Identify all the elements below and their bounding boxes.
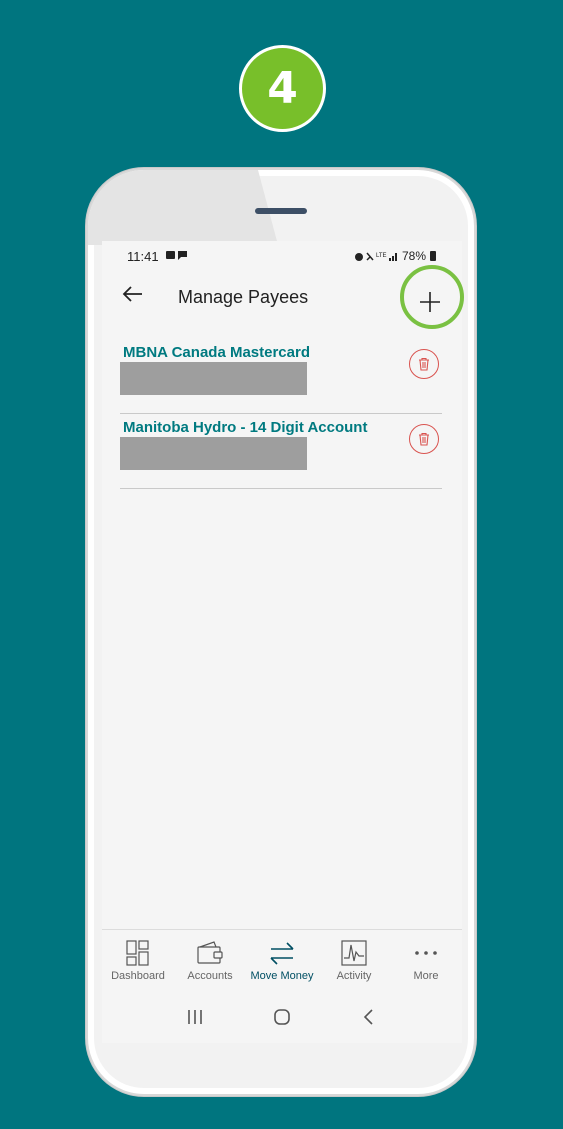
system-status-icons: LTE 78%	[354, 249, 436, 263]
system-back-icon[interactable]	[359, 1007, 379, 1027]
battery-icon	[430, 251, 436, 261]
nav-more[interactable]: More	[390, 930, 462, 988]
transfer-arrows-icon	[270, 942, 294, 965]
activity-chart-icon	[341, 940, 367, 966]
page-title: Manage Payees	[178, 287, 309, 307]
nav-label: More	[413, 970, 439, 982]
nav-label: Dashboard	[111, 970, 165, 982]
more-dots-icon	[415, 951, 437, 955]
status-bar: 11:41 LTE 78%	[102, 241, 462, 271]
redacted-account-number	[120, 437, 307, 470]
nav-label: Activity	[336, 970, 372, 982]
status-time: 11:41	[127, 249, 159, 264]
nav-label: Move Money	[250, 970, 314, 982]
dashboard-icon	[126, 940, 149, 966]
back-arrow-icon	[122, 286, 142, 302]
redacted-account-number	[120, 362, 307, 395]
delete-payee-button[interactable]	[409, 424, 439, 454]
highlight-circle	[400, 265, 464, 329]
home-icon[interactable]	[272, 1007, 292, 1027]
trash-icon	[419, 432, 429, 446]
nav-label: Accounts	[187, 970, 233, 982]
nav-activity[interactable]: Activity	[318, 930, 390, 988]
nav-move-money[interactable]: Move Money	[246, 930, 318, 988]
svg-text:LTE: LTE	[376, 253, 387, 259]
notification-icons	[166, 250, 188, 264]
trash-icon	[419, 357, 429, 371]
phone-gloss	[88, 170, 278, 245]
payee-row[interactable]: Manitoba Hydro - 14 Digit Account	[120, 417, 442, 489]
payee-name[interactable]: Manitoba Hydro - 14 Digit Account	[123, 419, 367, 436]
payee-row[interactable]: MBNA Canada Mastercard	[120, 342, 442, 414]
payee-name[interactable]: MBNA Canada Mastercard	[123, 344, 310, 361]
system-navigation-bar	[102, 999, 462, 1035]
nav-dashboard[interactable]: Dashboard	[102, 930, 174, 988]
gallery-message-icon	[166, 251, 187, 260]
delete-payee-button[interactable]	[409, 349, 439, 379]
wallet-icon	[197, 941, 223, 964]
signal-icons: LTE	[354, 252, 397, 261]
battery-percent: 78%	[401, 249, 426, 263]
phone-speaker	[255, 208, 307, 214]
nav-accounts[interactable]: Accounts	[174, 930, 246, 988]
bottom-navigation: Dashboard Accounts Move Money Activity M…	[102, 929, 462, 987]
recent-apps-icon[interactable]	[185, 1008, 205, 1026]
phone-screen: 11:41 LTE 78% Manage Payees MBNA Canada …	[102, 241, 462, 1043]
back-button[interactable]	[120, 281, 146, 307]
step-number-badge: 4	[239, 45, 326, 132]
